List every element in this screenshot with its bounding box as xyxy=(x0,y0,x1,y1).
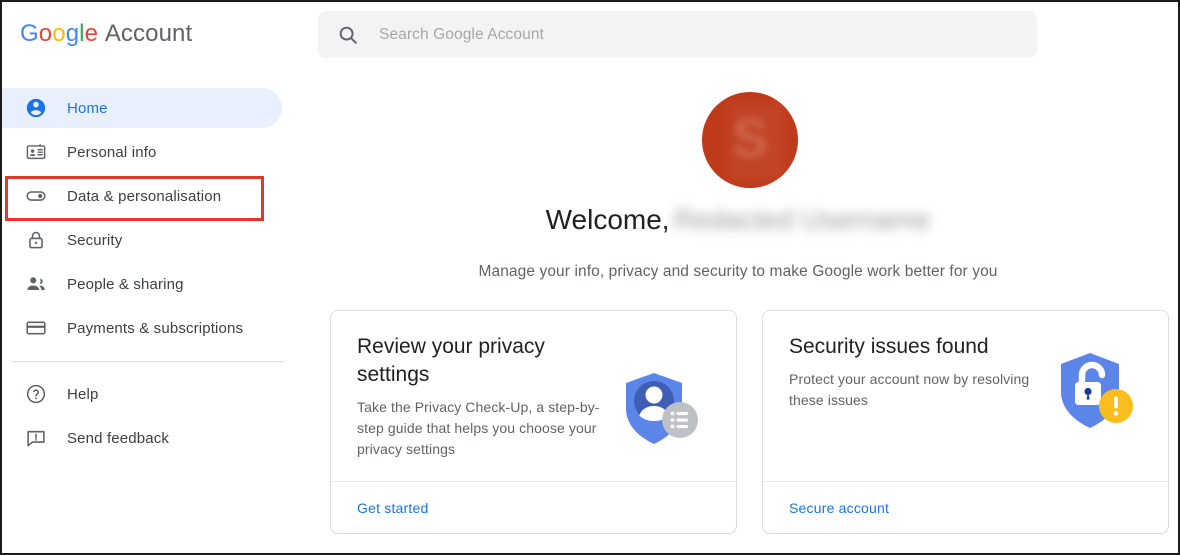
logo-letter-g: G xyxy=(20,20,39,47)
sidebar-item-label-help: Help xyxy=(67,385,99,403)
sidebar-item-people-sharing[interactable]: People & sharing xyxy=(2,264,298,304)
card-title-security: Security issues found xyxy=(789,335,989,358)
sidebar-item-label-home: Home xyxy=(67,99,108,117)
card-description-security: Protect your account now by resolving th… xyxy=(789,371,1030,408)
card-text: Security issues found Protect your accou… xyxy=(789,333,1048,481)
sidebar-item-personal-info[interactable]: Personal info xyxy=(2,132,298,172)
search-input[interactable]: Search Google Account xyxy=(379,26,544,44)
sidebar-item-security[interactable]: Security xyxy=(2,220,298,260)
logo-letter-g2: g xyxy=(65,20,80,47)
help-circle-icon xyxy=(24,382,48,406)
cards-row: Review your privacy settings Take the Pr… xyxy=(330,310,1169,534)
card-title-privacy: Review your privacy settings xyxy=(357,335,545,386)
page-subtitle: Manage your info, privacy and security t… xyxy=(478,263,998,280)
sidebar-item-label-security: Security xyxy=(67,231,123,249)
get-started-link[interactable]: Get started xyxy=(357,500,428,516)
privacy-shield-icon xyxy=(616,333,712,481)
avatar[interactable]: S xyxy=(702,92,798,188)
sidebar-divider xyxy=(12,361,284,362)
id-card-icon xyxy=(24,140,48,164)
sidebar-item-label-personal-info: Personal info xyxy=(67,143,157,161)
sidebar-item-label-send-feedback: Send feedback xyxy=(67,429,170,447)
brand-logo: Google Account xyxy=(20,20,192,48)
sidebar-item-send-feedback[interactable]: Send feedback xyxy=(2,418,298,458)
lock-icon xyxy=(24,228,48,252)
search-icon xyxy=(337,24,359,46)
card-footer: Secure account xyxy=(763,481,1168,533)
search-bar[interactable]: Search Google Account xyxy=(318,11,1037,58)
secure-account-link[interactable]: Secure account xyxy=(789,500,889,516)
card-description-privacy: Take the Privacy Check-Up, a step-by-ste… xyxy=(357,399,600,457)
security-shield-warning-icon xyxy=(1048,333,1144,481)
feedback-icon xyxy=(24,426,48,450)
sidebar-item-help[interactable]: Help xyxy=(2,374,298,414)
card-footer: Get started xyxy=(331,481,736,533)
people-icon xyxy=(24,272,48,296)
account-circle-icon xyxy=(24,96,48,120)
card-security-issues[interactable]: Security issues found Protect your accou… xyxy=(762,310,1169,534)
brand-account-label: Account xyxy=(104,20,193,47)
logo-letter-e: e xyxy=(84,20,99,47)
toggle-switch-icon xyxy=(24,184,48,208)
card-body: Security issues found Protect your accou… xyxy=(763,311,1168,481)
sidebar-item-label-payments: Payments & subscriptions xyxy=(67,319,244,337)
welcome-user-name: Redacted Username xyxy=(673,204,931,235)
logo-letter-o2: o xyxy=(52,20,66,47)
sidebar-lower-group: Help Send feedback xyxy=(2,374,298,458)
welcome-prefix: Welcome, xyxy=(545,204,670,235)
brand-word xyxy=(98,20,105,47)
logo-letter-o1: o xyxy=(38,20,53,47)
sidebar-item-data-personalisation[interactable]: Data & personalisation xyxy=(2,176,298,216)
main-content: S Welcome, Redacted Username Manage your … xyxy=(298,68,1178,553)
sidebar-item-label-data-personalisation: Data & personalisation xyxy=(67,187,222,205)
credit-card-icon xyxy=(24,316,48,340)
card-privacy-checkup[interactable]: Review your privacy settings Take the Pr… xyxy=(330,310,737,534)
sidebar-item-label-people-sharing: People & sharing xyxy=(67,275,184,293)
google-account-window: Google Account Search Google Account Hom… xyxy=(0,0,1180,555)
card-text: Review your privacy settings Take the Pr… xyxy=(357,333,616,481)
sidebar-item-payments-subscriptions[interactable]: Payments & subscriptions xyxy=(2,308,298,348)
card-body: Review your privacy settings Take the Pr… xyxy=(331,311,736,481)
sidebar-nav: Home Personal info Data & personalisatio… xyxy=(2,88,298,458)
sidebar-item-home[interactable]: Home xyxy=(2,88,282,128)
page-title: Welcome, Redacted Username xyxy=(298,204,1178,236)
avatar-initial: S xyxy=(732,110,768,168)
